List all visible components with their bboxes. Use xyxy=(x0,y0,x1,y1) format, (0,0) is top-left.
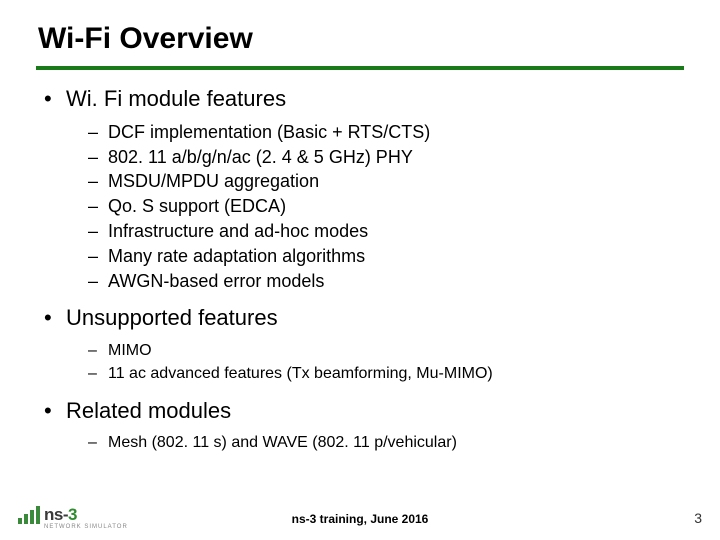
bullet-text: Unsupported features xyxy=(66,303,278,333)
bullet-text: Wi. Fi module features xyxy=(66,84,286,114)
dash-icon: – xyxy=(88,362,108,385)
bullet-level2: –DCF implementation (Basic + RTS/CTS) xyxy=(88,120,684,145)
slide: Wi-Fi Overview • Wi. Fi module features … xyxy=(0,0,720,540)
footer: ns-3 NETWORK SIMULATOR ns-3 training, Ju… xyxy=(0,504,720,532)
bullet-text: Many rate adaptation algorithms xyxy=(108,244,365,269)
bullet-level1: • Related modules xyxy=(44,396,684,426)
dash-icon: – xyxy=(88,219,108,244)
bullet-level2: –Qo. S support (EDCA) xyxy=(88,194,684,219)
bullet-dot-icon: • xyxy=(44,396,66,426)
bullet-text: 802. 11 a/b/g/n/ac (2. 4 & 5 GHz) PHY xyxy=(108,145,413,170)
bullet-text: Infrastructure and ad-hoc modes xyxy=(108,219,368,244)
dash-icon: – xyxy=(88,431,108,454)
bullet-level1: • Unsupported features xyxy=(44,303,684,333)
bullet-text: Mesh (802. 11 s) and WAVE (802. 11 p/veh… xyxy=(108,431,457,454)
bullet-level2: –11 ac advanced features (Tx beamforming… xyxy=(88,362,684,385)
content-area: • Wi. Fi module features –DCF implementa… xyxy=(44,84,684,454)
dash-icon: – xyxy=(88,339,108,362)
bullet-text: Related modules xyxy=(66,396,231,426)
bullet-level2: –802. 11 a/b/g/n/ac (2. 4 & 5 GHz) PHY xyxy=(88,145,684,170)
page-number: 3 xyxy=(694,510,702,526)
bullet-text: MSDU/MPDU aggregation xyxy=(108,169,319,194)
footer-center-text: ns-3 training, June 2016 xyxy=(0,512,720,526)
bullet-dot-icon: • xyxy=(44,303,66,333)
dash-icon: – xyxy=(88,244,108,269)
bullet-level2: –Infrastructure and ad-hoc modes xyxy=(88,219,684,244)
bullet-level2: –Mesh (802. 11 s) and WAVE (802. 11 p/ve… xyxy=(88,431,684,454)
bullet-text: MIMO xyxy=(108,339,152,362)
dash-icon: – xyxy=(88,120,108,145)
bullet-text: DCF implementation (Basic + RTS/CTS) xyxy=(108,120,430,145)
bullet-level2: –MIMO xyxy=(88,339,684,362)
title-underline xyxy=(36,66,684,70)
dash-icon: – xyxy=(88,269,108,294)
bullet-level1: • Wi. Fi module features xyxy=(44,84,684,114)
bullet-text: Qo. S support (EDCA) xyxy=(108,194,286,219)
slide-title: Wi-Fi Overview xyxy=(38,22,684,56)
bullet-level2: –Many rate adaptation algorithms xyxy=(88,244,684,269)
bullet-level2: –MSDU/MPDU aggregation xyxy=(88,169,684,194)
dash-icon: – xyxy=(88,145,108,170)
bullet-dot-icon: • xyxy=(44,84,66,114)
bullet-level2: –AWGN-based error models xyxy=(88,269,684,294)
dash-icon: – xyxy=(88,169,108,194)
dash-icon: – xyxy=(88,194,108,219)
bullet-text: 11 ac advanced features (Tx beamforming,… xyxy=(108,362,493,385)
bullet-text: AWGN-based error models xyxy=(108,269,324,294)
